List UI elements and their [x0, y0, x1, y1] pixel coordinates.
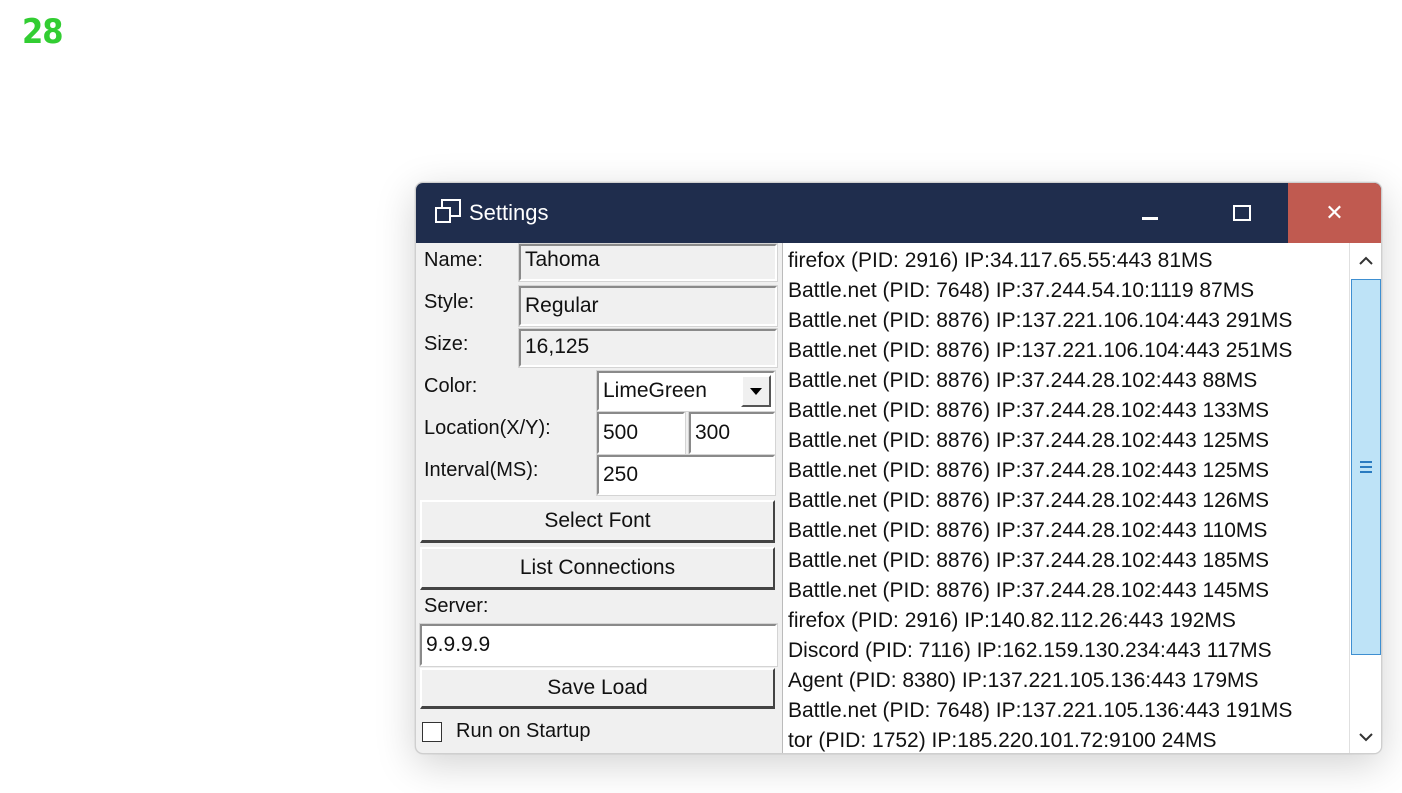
- list-connections-button[interactable]: List Connections: [420, 547, 775, 590]
- interval-field[interactable]: 250: [596, 454, 776, 496]
- location-label: Location(X/Y):: [424, 417, 551, 439]
- list-item[interactable]: firefox (PID: 2916) IP:34.117.65.55:443 …: [788, 246, 1348, 276]
- list-item[interactable]: Agent (PID: 8380) IP:137.221.105.136:443…: [788, 666, 1348, 696]
- scroll-up-button[interactable]: [1350, 245, 1381, 277]
- run-on-startup-checkbox[interactable]: [422, 722, 442, 742]
- location-x-field[interactable]: 500: [596, 411, 686, 455]
- list-item[interactable]: Battle.net (PID: 7648) IP:37.244.54.10:1…: [788, 276, 1348, 306]
- size-field[interactable]: 16,125: [518, 328, 778, 368]
- server-field[interactable]: 9.9.9.9: [419, 623, 778, 667]
- save-load-button[interactable]: Save Load: [420, 668, 775, 709]
- list-item[interactable]: Battle.net (PID: 8876) IP:37.244.28.102:…: [788, 576, 1348, 606]
- chevron-down-icon: [750, 387, 762, 395]
- maximize-icon: [1233, 205, 1251, 221]
- list-item[interactable]: Battle.net (PID: 8876) IP:37.244.28.102:…: [788, 396, 1348, 426]
- color-dropdown-button[interactable]: [741, 375, 771, 407]
- window-title: Settings: [469, 200, 549, 225]
- connections-listbox[interactable]: firefox (PID: 2916) IP:34.117.65.55:443 …: [782, 243, 1381, 753]
- name-label: Name:: [424, 249, 483, 271]
- name-field[interactable]: Tahoma: [518, 243, 778, 282]
- maximize-button[interactable]: [1196, 183, 1288, 243]
- chevron-up-icon: [1359, 256, 1373, 265]
- vertical-scrollbar[interactable]: [1349, 243, 1381, 753]
- list-item[interactable]: Battle.net (PID: 8876) IP:37.244.28.102:…: [788, 546, 1348, 576]
- select-font-button[interactable]: Select Font: [420, 500, 775, 543]
- style-label: Style:: [424, 291, 475, 313]
- server-label: Server:: [424, 595, 489, 617]
- list-item[interactable]: Battle.net (PID: 8876) IP:37.244.28.102:…: [788, 456, 1348, 486]
- size-label: Size:: [424, 333, 469, 355]
- location-y-field[interactable]: 300: [688, 411, 776, 455]
- list-item[interactable]: Battle.net (PID: 8876) IP:37.244.28.102:…: [788, 486, 1348, 516]
- list-item[interactable]: Battle.net (PID: 8876) IP:37.244.28.102:…: [788, 366, 1348, 396]
- style-field[interactable]: Regular: [518, 285, 778, 327]
- settings-window: Settings ✕ Name: Tahoma Style: Regular S…: [415, 182, 1382, 754]
- list-item[interactable]: firefox (PID: 2916) IP:140.82.112.26:443…: [788, 606, 1348, 636]
- color-combobox-value: LimeGreen: [603, 379, 707, 402]
- close-button[interactable]: ✕: [1288, 183, 1381, 243]
- interval-label: Interval(MS):: [424, 459, 539, 481]
- run-on-startup-label[interactable]: Run on Startup: [456, 720, 591, 743]
- list-item[interactable]: Discord (PID: 7116) IP:162.159.130.234:4…: [788, 636, 1348, 666]
- connections-list: firefox (PID: 2916) IP:34.117.65.55:443 …: [788, 246, 1348, 753]
- scroll-thumb[interactable]: [1351, 279, 1381, 655]
- minimize-button[interactable]: [1104, 183, 1196, 243]
- list-item[interactable]: Battle.net (PID: 8876) IP:37.244.28.102:…: [788, 426, 1348, 456]
- list-item[interactable]: Battle.net (PID: 8876) IP:137.221.106.10…: [788, 306, 1348, 336]
- minimize-icon: [1142, 216, 1158, 220]
- scroll-down-button[interactable]: [1350, 721, 1381, 753]
- list-item[interactable]: tor (PID: 1752) IP:185.220.101.72:9100 2…: [788, 726, 1348, 753]
- app-window-icon: [435, 199, 461, 223]
- title-bar[interactable]: Settings ✕: [416, 183, 1381, 243]
- list-item[interactable]: Battle.net (PID: 7648) IP:137.221.105.13…: [788, 696, 1348, 726]
- color-label: Color:: [424, 375, 478, 397]
- list-item[interactable]: Battle.net (PID: 8876) IP:137.221.106.10…: [788, 336, 1348, 366]
- grip-icon: [1360, 461, 1372, 473]
- close-icon: ✕: [1325, 200, 1344, 226]
- chevron-down-icon: [1359, 733, 1373, 742]
- list-item[interactable]: Battle.net (PID: 8876) IP:37.244.28.102:…: [788, 516, 1348, 546]
- color-combobox[interactable]: LimeGreen: [596, 370, 776, 412]
- overlay-latency-value: 28: [22, 12, 64, 52]
